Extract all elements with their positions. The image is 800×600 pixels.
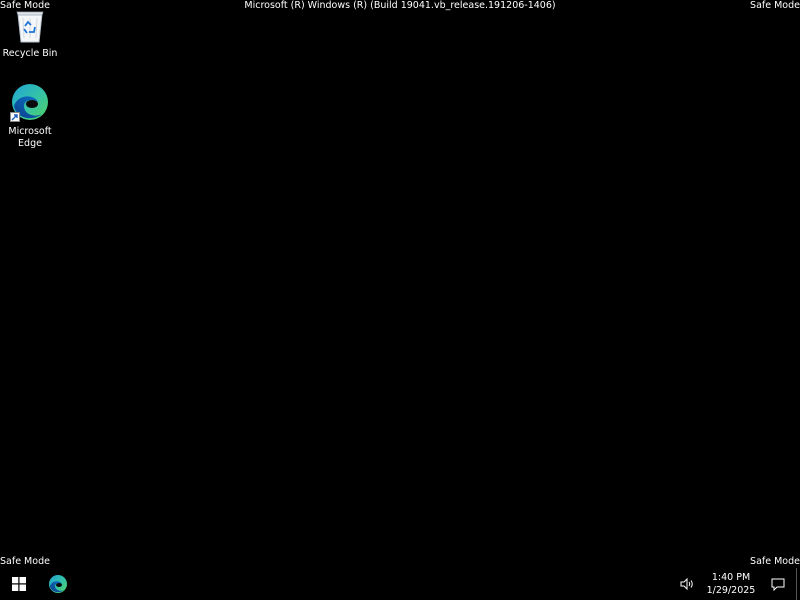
safe-mode-label-top-right: Safe Mode: [750, 0, 800, 11]
clock-date: 1/29/2025: [706, 585, 756, 596]
volume-button[interactable]: [676, 568, 698, 600]
clock-time: 1:40 PM: [711, 572, 751, 583]
desktop-icon-label: Recycle Bin: [2, 48, 58, 59]
taskbar-edge-button[interactable]: [38, 568, 78, 600]
safe-mode-label-bottom-right: Safe Mode: [750, 556, 800, 567]
windows-start-icon: [12, 577, 26, 591]
action-center-icon: [771, 578, 785, 591]
edge-icon: [49, 575, 67, 593]
clock[interactable]: 1:40 PM 1/29/2025: [706, 568, 756, 600]
system-tray: 1:40 PM 1/29/2025: [676, 568, 800, 600]
build-string: Microsoft (R) Windows (R) (Build 19041.v…: [244, 0, 556, 11]
desktop-icon-microsoft-edge[interactable]: Microsoft Edge: [0, 82, 60, 150]
desktop[interactable]: Safe Mode Microsoft (R) Windows (R) (Bui…: [0, 0, 800, 600]
shortcut-arrow-icon: [10, 112, 20, 122]
desktop-icon-recycle-bin[interactable]: Recycle Bin: [0, 4, 60, 60]
taskbar: 1:40 PM 1/29/2025: [0, 568, 800, 600]
show-desktop-button[interactable]: [796, 568, 800, 600]
safe-mode-label-bottom-left: Safe Mode: [0, 556, 50, 567]
start-button[interactable]: [0, 568, 38, 600]
action-center-button[interactable]: [760, 568, 796, 600]
recycle-bin-icon: [8, 4, 52, 44]
edge-icon: [8, 82, 52, 122]
speaker-icon: [680, 578, 693, 590]
desktop-icon-label: Microsoft Edge: [8, 126, 52, 149]
